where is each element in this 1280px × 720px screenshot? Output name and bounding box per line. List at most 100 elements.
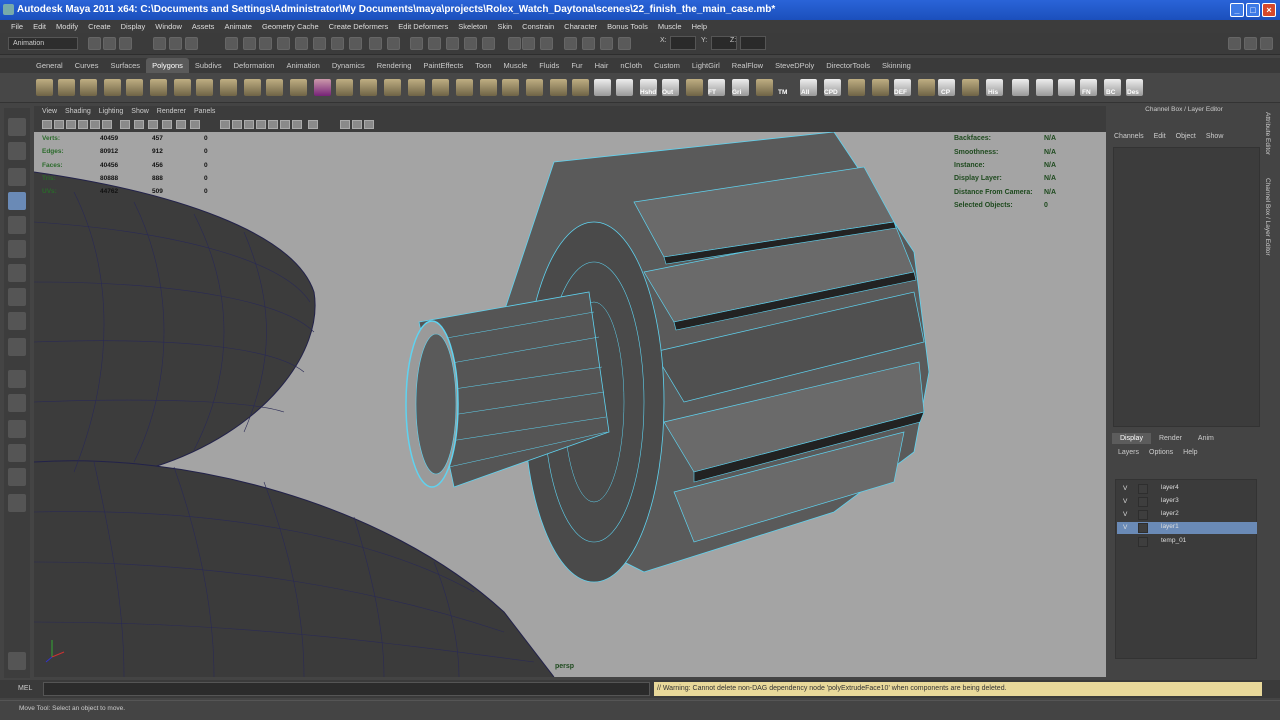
input-line-icon[interactable] [508, 37, 521, 50]
poly-pipe-icon[interactable] [196, 79, 213, 96]
select-component-icon[interactable] [185, 37, 198, 50]
cpd-extra-icon[interactable] [848, 79, 865, 96]
panel-toggle-icon[interactable] [1260, 37, 1273, 50]
construction-history-icon[interactable] [387, 37, 400, 50]
shelf-tab-deformation[interactable]: Deformation [228, 58, 281, 73]
render-current-icon[interactable] [410, 37, 423, 50]
shelf-tab-subdivs[interactable]: Subdivs [189, 58, 228, 73]
poly-pyramid-icon[interactable] [174, 79, 191, 96]
new-scene-icon[interactable] [88, 37, 101, 50]
layer-row[interactable]: V layer2 [1117, 509, 1257, 521]
layer-visibility-toggle[interactable]: V [1123, 498, 1130, 505]
film-gate-icon[interactable] [102, 120, 112, 129]
hypershade-persp-icon[interactable] [8, 468, 26, 486]
paint-select-icon[interactable] [8, 168, 26, 186]
shelf-tab-rendering[interactable]: Rendering [371, 58, 418, 73]
menu-muscle[interactable]: Muscle [653, 20, 687, 33]
snap-point-icon[interactable] [331, 37, 344, 50]
texture-icon[interactable] [190, 120, 200, 129]
mask-icon[interactable] [225, 37, 238, 50]
separate-icon[interactable] [266, 79, 283, 96]
duplicate-face-icon[interactable] [550, 79, 567, 96]
shelf-tab-hair[interactable]: Hair [589, 58, 615, 73]
transform-icon[interactable] [522, 37, 535, 50]
lasso-tool-icon[interactable] [8, 142, 26, 160]
safe-title-icon[interactable] [176, 120, 186, 129]
layer-color-swatch-icon[interactable] [1151, 537, 1159, 547]
layer-type-toggle[interactable] [1138, 510, 1148, 520]
universal-manip-icon[interactable] [8, 264, 26, 282]
split-icon[interactable] [408, 79, 425, 96]
snap-curve-icon[interactable] [313, 37, 326, 50]
extract-icon[interactable] [572, 79, 589, 96]
shelf-tab-curves[interactable]: Curves [69, 58, 105, 73]
single-perspective-icon[interactable] [8, 370, 26, 388]
field-chart-icon[interactable] [148, 120, 158, 129]
ipr-render-icon[interactable] [428, 37, 441, 50]
layer-color-swatch-icon[interactable] [1151, 484, 1159, 494]
lights-icon[interactable] [268, 120, 278, 129]
mask-face-icon[interactable] [277, 37, 290, 50]
textured-icon[interactable] [256, 120, 266, 129]
snap-plane-icon[interactable] [349, 37, 362, 50]
mask-edge-icon[interactable] [259, 37, 272, 50]
reverse-normals-icon[interactable] [594, 79, 611, 96]
viewport-scene[interactable] [34, 132, 1106, 677]
layer-tab-anim[interactable]: Anim [1190, 433, 1222, 444]
layer-tab-display[interactable]: Display [1112, 433, 1151, 444]
scale-tool-icon[interactable] [8, 240, 26, 258]
fn-a-icon[interactable] [1058, 79, 1075, 96]
menu-geometry-cache[interactable]: Geometry Cache [257, 20, 324, 33]
persp-layout-icon[interactable] [8, 494, 26, 512]
viewport-menu-view[interactable]: View [38, 106, 61, 117]
shelf-tab-surfaces[interactable]: Surfaces [104, 58, 146, 73]
hq-render-icon[interactable] [340, 120, 350, 129]
layer-visibility-toggle[interactable]: V [1123, 485, 1130, 492]
resolution-gate-icon[interactable] [120, 120, 130, 129]
shelf-tab-stevedpoly[interactable]: SteveDPoly [769, 58, 820, 73]
image-plane-icon[interactable] [78, 120, 88, 129]
shelf-tab-dynamics[interactable]: Dynamics [326, 58, 371, 73]
menu-set-dropdown[interactable]: Animation [8, 37, 78, 50]
cb-menu-show[interactable]: Show [1206, 133, 1224, 140]
poly-sphere-icon[interactable] [36, 79, 53, 96]
toggle-panel-icon[interactable] [618, 37, 631, 50]
select-hierarchy-icon[interactable] [153, 37, 166, 50]
layout-icon[interactable] [1228, 37, 1241, 50]
lock-camera-icon[interactable] [54, 120, 64, 129]
bevel-icon[interactable] [456, 79, 473, 96]
layer-menu-options[interactable]: Options [1149, 449, 1173, 456]
rename-icon[interactable] [540, 37, 553, 50]
wedge-icon[interactable] [502, 79, 519, 96]
select-tool-icon[interactable] [8, 118, 26, 136]
merge-icon[interactable] [480, 79, 497, 96]
his-a-icon[interactable] [962, 79, 979, 96]
gate-mask-icon[interactable] [134, 120, 144, 129]
layer-row[interactable]: V layer3 [1117, 496, 1257, 508]
shelf-tab-custom[interactable]: Custom [648, 58, 686, 73]
hypershade-icon[interactable] [464, 37, 477, 50]
menu-skeleton[interactable]: Skeleton [453, 20, 492, 33]
menu-bonus-tools[interactable]: Bonus Tools [602, 20, 653, 33]
menu-file[interactable]: File [6, 20, 28, 33]
poly-cube-icon[interactable] [58, 79, 75, 96]
layer-menu-layers[interactable]: Layers [1118, 449, 1139, 456]
snap-together-icon[interactable] [686, 79, 703, 96]
layer-color-swatch-icon[interactable] [1151, 510, 1159, 520]
insert-edge-loop-icon[interactable] [432, 79, 449, 96]
show-manip-icon[interactable] [8, 312, 26, 330]
smooth-icon[interactable] [314, 79, 331, 96]
menu-animate[interactable]: Animate [219, 20, 257, 33]
mirror-icon[interactable] [290, 79, 307, 96]
render-settings-icon[interactable] [446, 37, 459, 50]
minimize-button[interactable]: _ [1230, 3, 1244, 17]
layer-color-swatch-icon[interactable] [1151, 497, 1159, 507]
safe-action-icon[interactable] [162, 120, 172, 129]
poly-cone-icon[interactable] [104, 79, 121, 96]
shelf-tab-directortools[interactable]: DirectorTools [820, 58, 876, 73]
shadows-icon[interactable] [280, 120, 290, 129]
select-object-icon[interactable] [169, 37, 182, 50]
poly-torus-icon[interactable] [150, 79, 167, 96]
menu-create[interactable]: Create [83, 20, 116, 33]
manip-toggle-icon[interactable] [364, 120, 374, 129]
